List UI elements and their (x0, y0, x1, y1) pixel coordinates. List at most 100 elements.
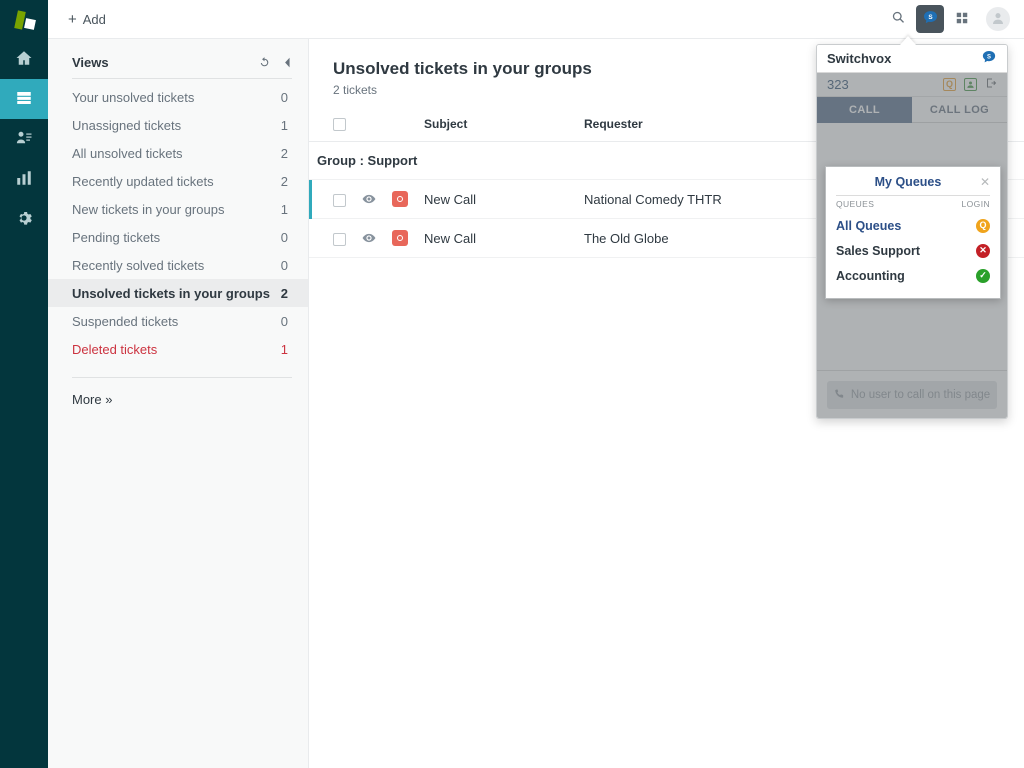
eye-column-header (354, 111, 384, 143)
select-all-checkbox[interactable] (333, 118, 346, 132)
column-header-login: LOGIN (961, 199, 990, 209)
my-queues-divider (836, 195, 990, 196)
search-button[interactable] (884, 5, 912, 33)
switchvox-title: Switchvox (827, 51, 892, 66)
queue-row-sales-support[interactable]: Sales Support ✕ (836, 238, 990, 263)
views-header: Views (48, 39, 308, 78)
view-count: 0 (280, 257, 288, 273)
queue-status-badge-logged-out[interactable]: ✕ (976, 243, 990, 258)
view-label: Recently updated tickets (72, 173, 214, 189)
top-bar-actions: S (884, 5, 1024, 33)
views-header-actions (258, 56, 292, 69)
sidebar-item-all-unsolved-tickets[interactable]: All unsolved tickets 2 (48, 139, 308, 167)
sidebar-item-pending-tickets[interactable]: Pending tickets 0 (48, 223, 308, 251)
my-queues-header: My Queues ✕ (836, 175, 990, 189)
view-count: 2 (280, 285, 288, 301)
top-bar: + Add S (48, 0, 1024, 39)
row-checkbox[interactable] (333, 232, 346, 246)
my-queues-column-headers: QUEUES LOGIN (836, 199, 990, 213)
close-icon[interactable]: ✕ (980, 176, 990, 188)
sidebar-item-recently-solved-tickets[interactable]: Recently solved tickets 0 (48, 251, 308, 279)
view-count: 1 (280, 117, 288, 133)
tickets-icon (15, 89, 33, 110)
eye-icon[interactable] (362, 231, 376, 245)
row-checkbox[interactable] (333, 193, 346, 207)
row-subject[interactable]: New Call (416, 179, 576, 220)
status-badge (392, 191, 408, 208)
queue-row-all-queues[interactable]: All Queues Q (836, 213, 990, 238)
views-sidebar: Views Your unsolved tickets 0 Unassigned… (48, 39, 309, 768)
view-label: Suspended tickets (72, 313, 179, 329)
my-queues-dialog: My Queues ✕ QUEUES LOGIN All Queues Q Sa… (825, 166, 1001, 299)
logo-square-shape (24, 18, 36, 30)
views-title: Views (72, 55, 109, 70)
view-count: 0 (280, 313, 288, 329)
queue-label: Accounting (836, 268, 905, 283)
sidebar-item-unsolved-tickets-in-your-groups[interactable]: Unsolved tickets in your groups 2 (48, 279, 308, 307)
view-label: Deleted tickets (72, 341, 158, 357)
view-count: 2 (280, 145, 288, 161)
select-all-header (309, 111, 354, 143)
refresh-icon[interactable] (258, 56, 271, 69)
row-status-cell (384, 218, 416, 259)
sidebar-item-your-unsolved-tickets[interactable]: Your unsolved tickets 0 (48, 83, 308, 111)
customers-icon (15, 129, 33, 150)
rail-item-tickets[interactable] (0, 79, 48, 119)
apps-button[interactable] (948, 5, 976, 33)
row-subject[interactable]: New Call (416, 218, 576, 259)
rail-item-admin[interactable] (0, 199, 48, 239)
view-label: Recently solved tickets (72, 257, 205, 273)
avatar[interactable] (986, 7, 1010, 31)
rail-item-reporting[interactable] (0, 159, 48, 199)
view-label: Your unsolved tickets (72, 89, 195, 105)
status-badge (392, 230, 408, 247)
rail-item-home[interactable] (0, 39, 48, 79)
my-queues-title: My Queues (874, 175, 942, 189)
product-rail (0, 0, 48, 768)
apps-grid-icon (955, 11, 969, 28)
app-root: + Add S Views Your unsolved tickets 0 Un… (0, 0, 1024, 768)
switchvox-bubble-icon: S (981, 49, 997, 68)
reporting-icon (15, 169, 33, 190)
more-views-link[interactable]: More » (48, 378, 308, 421)
sidebar-item-recently-updated-tickets[interactable]: Recently updated tickets 2 (48, 167, 308, 195)
svg-text:S: S (928, 14, 932, 21)
sidebar-item-suspended-tickets[interactable]: Suspended tickets 0 (48, 307, 308, 335)
switchvox-panel: Switchvox S 323 Q (816, 44, 1008, 419)
row-select-cell (309, 179, 354, 220)
search-icon (891, 10, 906, 28)
queue-status-badge-logged-in[interactable]: ✓ (976, 268, 990, 283)
column-header-requester[interactable]: Requester (576, 111, 836, 143)
row-select-cell (309, 218, 354, 259)
sidebar-item-unassigned-tickets[interactable]: Unassigned tickets 1 (48, 111, 308, 139)
rail-item-customers[interactable] (0, 119, 48, 159)
plus-icon: + (68, 10, 77, 28)
home-icon (15, 49, 33, 70)
views-divider (72, 78, 292, 79)
sidebar-item-new-tickets-in-your-groups[interactable]: New tickets in your groups 1 (48, 195, 308, 223)
queue-label: Sales Support (836, 243, 921, 258)
queue-row-accounting[interactable]: Accounting ✓ (836, 263, 990, 288)
avatar-icon (990, 10, 1006, 29)
switchvox-icon: S (922, 9, 939, 29)
chevron-left-icon[interactable] (283, 57, 292, 68)
row-preview-cell (354, 218, 384, 259)
eye-icon[interactable] (362, 192, 376, 206)
add-button-label: Add (82, 11, 106, 27)
queue-status-badge-all[interactable]: Q (976, 218, 990, 233)
zendesk-logo[interactable] (0, 0, 48, 39)
view-label: Pending tickets (72, 229, 161, 245)
column-header-queues: QUEUES (836, 199, 875, 209)
svg-text:S: S (987, 54, 991, 60)
sidebar-item-deleted-tickets[interactable]: Deleted tickets 1 (48, 335, 308, 363)
view-label: Unassigned tickets (72, 117, 182, 133)
view-count: 2 (280, 173, 288, 189)
view-count: 0 (280, 229, 288, 245)
switchvox-button[interactable]: S (916, 5, 944, 33)
switchvox-header: Switchvox S (817, 45, 1007, 73)
row-preview-cell (354, 179, 384, 220)
column-header-subject[interactable]: Subject (416, 111, 576, 143)
view-count: 1 (280, 201, 288, 217)
queue-label: All Queues (836, 218, 902, 233)
add-button[interactable]: + Add (62, 8, 112, 31)
